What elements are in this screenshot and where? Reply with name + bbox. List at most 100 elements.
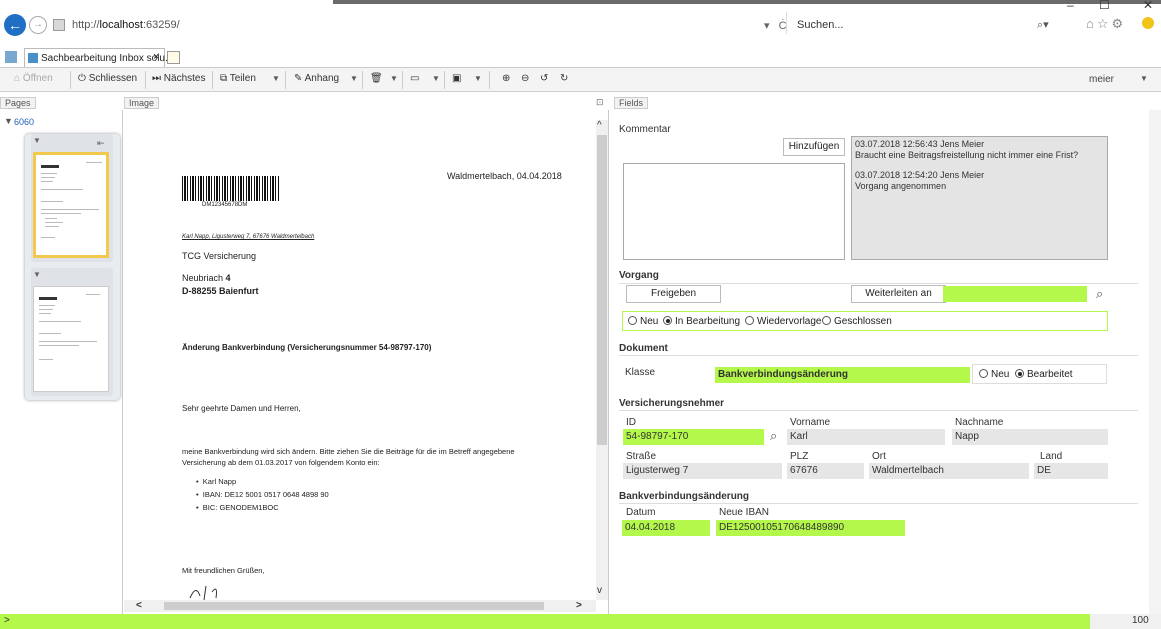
fields-panel-header: Fields: [614, 97, 649, 109]
doc-state-radio-neu[interactable]: Neu: [979, 369, 1009, 380]
page-thumbnail-1[interactable]: ▼ ⇤: [31, 134, 113, 262]
expand-panel-icon[interactable]: ⊡: [596, 97, 604, 108]
pages-panel-header: Pages: [0, 97, 36, 109]
folder-move-icon[interactable]: ▭: [410, 73, 419, 84]
browser-tab[interactable]: Sachbearbeitung Inbox solu... ×: [24, 48, 173, 67]
trash-dropdown-icon[interactable]: ▼: [390, 74, 398, 83]
open-button[interactable]: ⌂ Öffnen: [14, 73, 53, 84]
minimize-button[interactable]: –: [1067, 0, 1074, 12]
ort-field[interactable]: Waldmertelbach: [869, 463, 1029, 479]
image-panel-header: Image: [124, 97, 160, 109]
feedback-smiley-icon[interactable]: [1142, 17, 1154, 29]
maximize-button[interactable]: ☐: [1099, 0, 1110, 12]
barcode-number: DM12345678DM: [202, 202, 248, 208]
status-radio-wiedervorlage[interactable]: Wiedervorlage: [745, 316, 821, 327]
bank-section-title: Bankverbindungsänderung: [619, 491, 750, 502]
search-icon[interactable]: ⌕: [770, 428, 777, 444]
rotate-right-icon[interactable]: ↻: [560, 73, 568, 84]
thumb-page-2[interactable]: [33, 286, 109, 392]
search-icon[interactable]: ⌕▾: [1037, 18, 1049, 32]
attachment-dropdown-icon[interactable]: ▼: [350, 74, 358, 83]
kommentar-label: Kommentar: [619, 124, 671, 135]
user-name[interactable]: meier: [1089, 74, 1114, 85]
share-icon: ⧉: [220, 73, 228, 84]
rotate-left-icon[interactable]: ↺: [540, 73, 548, 84]
iban-label: Neue IBAN: [719, 507, 770, 518]
thumb-menu-icon: ▼: [33, 136, 41, 145]
site-icon: [53, 19, 65, 31]
dokument-section-title: Dokument: [619, 343, 668, 354]
doc-state-radio-bearbeitet[interactable]: Bearbeitet: [1015, 369, 1073, 380]
user-dropdown-icon[interactable]: ▼: [1140, 74, 1148, 83]
page-thumbnail-2[interactable]: ▼: [31, 268, 113, 396]
release-button[interactable]: Freigeben: [626, 285, 721, 303]
doc-postal-city: D-88255 Baienfurt: [182, 286, 259, 296]
horizontal-scrollbar[interactable]: < >: [124, 600, 596, 612]
status-radio-geschlossen[interactable]: Geschlossen: [822, 316, 892, 327]
share-dropdown-icon[interactable]: ▼: [272, 74, 280, 83]
plz-label: PLZ: [790, 451, 809, 462]
datum-field[interactable]: 04.04.2018: [622, 520, 710, 536]
vorname-field[interactable]: Karl: [787, 429, 945, 445]
close-button[interactable]: ⏻ Schliessen: [78, 73, 137, 84]
scrollbar-thumb[interactable]: [597, 135, 607, 445]
doc-body-2: Versicherung ab dem 01.03.2017 von folge…: [182, 458, 380, 467]
id-label: ID: [626, 417, 636, 428]
doc-state-group: Neu Bearbeitet: [972, 364, 1107, 384]
back-arrow-icon[interactable]: ←: [4, 14, 26, 36]
paperclip-icon: ✎: [294, 73, 303, 84]
barcode: [182, 176, 280, 201]
tab-close-icon[interactable]: ×: [153, 51, 159, 63]
land-field[interactable]: DE: [1034, 463, 1108, 479]
klasse-field[interactable]: Bankverbindungsänderung: [715, 367, 970, 383]
favorites-icon[interactable]: [5, 51, 17, 63]
scrollbar-thumb[interactable]: [164, 602, 544, 610]
top-dark-strip: [333, 0, 1161, 4]
status-prompt: >: [4, 615, 10, 626]
forward-arrow-icon[interactable]: →: [29, 16, 47, 34]
vertical-scrollbar[interactable]: ^ v: [596, 120, 608, 600]
comment-entry: Braucht eine Beitragsfreistellung nicht …: [855, 150, 1079, 160]
close-window-button[interactable]: ✕: [1143, 0, 1153, 12]
add-comment-button[interactable]: Hinzufügen: [783, 138, 845, 156]
folder-dropdown-icon[interactable]: ▼: [432, 74, 440, 83]
gear-icon: ⚙: [1111, 16, 1127, 31]
share-button[interactable]: ⧉ Teilen: [220, 73, 256, 84]
app-toolbar: ⌂ Öffnen ⏻ Schliessen ⏭ Nächstes ⧉ Teile…: [0, 68, 1161, 92]
land-label: Land: [1040, 451, 1063, 462]
fields-scrollbar[interactable]: [1149, 110, 1161, 614]
next-button[interactable]: ⏭ Nächstes: [152, 73, 205, 84]
search-icon[interactable]: ⌕: [1096, 286, 1103, 302]
new-tab-button[interactable]: [167, 51, 180, 64]
ort-label: Ort: [872, 451, 886, 462]
trash-icon[interactable]: 🗑: [370, 73, 383, 84]
strasse-field[interactable]: Ligusterweg 7: [623, 463, 782, 479]
document-viewer[interactable]: Waldmertelbach, 04.04.2018 DM12345678DM …: [124, 110, 609, 614]
doc-body-1: meine Bankverbindung wird sich ändern. B…: [182, 447, 515, 456]
status-radio-neu[interactable]: Neu: [628, 316, 658, 327]
comment-input[interactable]: [623, 163, 845, 260]
pdf-dropdown-icon[interactable]: ▼: [474, 74, 482, 83]
pdf-icon[interactable]: ▣: [452, 73, 461, 84]
zoom-in-icon[interactable]: ⊕: [502, 73, 510, 84]
page-group-label[interactable]: 6060: [14, 117, 34, 127]
comment-entry: 03.07.2018 12:54:20 Jens Meier: [855, 170, 985, 180]
nachname-field[interactable]: Napp: [952, 429, 1108, 445]
thumb-page-1[interactable]: [33, 152, 109, 258]
folder-icon: ⌂: [14, 73, 21, 84]
forward-button[interactable]: Weiterleiten an: [851, 285, 946, 303]
plz-field[interactable]: 67676: [787, 463, 864, 479]
browser-search-input[interactable]: Suchen...: [786, 12, 1072, 34]
iban-field[interactable]: DE12500105170648489890: [716, 520, 905, 536]
id-field[interactable]: 54-98797-170: [623, 429, 764, 445]
star-icon: ☆: [1096, 16, 1112, 31]
attachment-button[interactable]: ✎ Anhang: [294, 73, 339, 84]
thumb-menu-icon: ▼: [33, 270, 41, 279]
browser-toolbar-icons[interactable]: ⌂☆⚙: [1086, 16, 1126, 32]
scroll-down-icon: v: [597, 585, 602, 596]
forward-recipient-input[interactable]: [943, 286, 1087, 302]
status-radio-in-bearbeitung[interactable]: In Bearbeitung: [663, 316, 740, 327]
zoom-out-icon[interactable]: ⊖: [521, 73, 529, 84]
group-toggle-icon[interactable]: ▼: [4, 116, 13, 126]
address-bar[interactable]: http://localhost:63259/: [72, 19, 180, 31]
